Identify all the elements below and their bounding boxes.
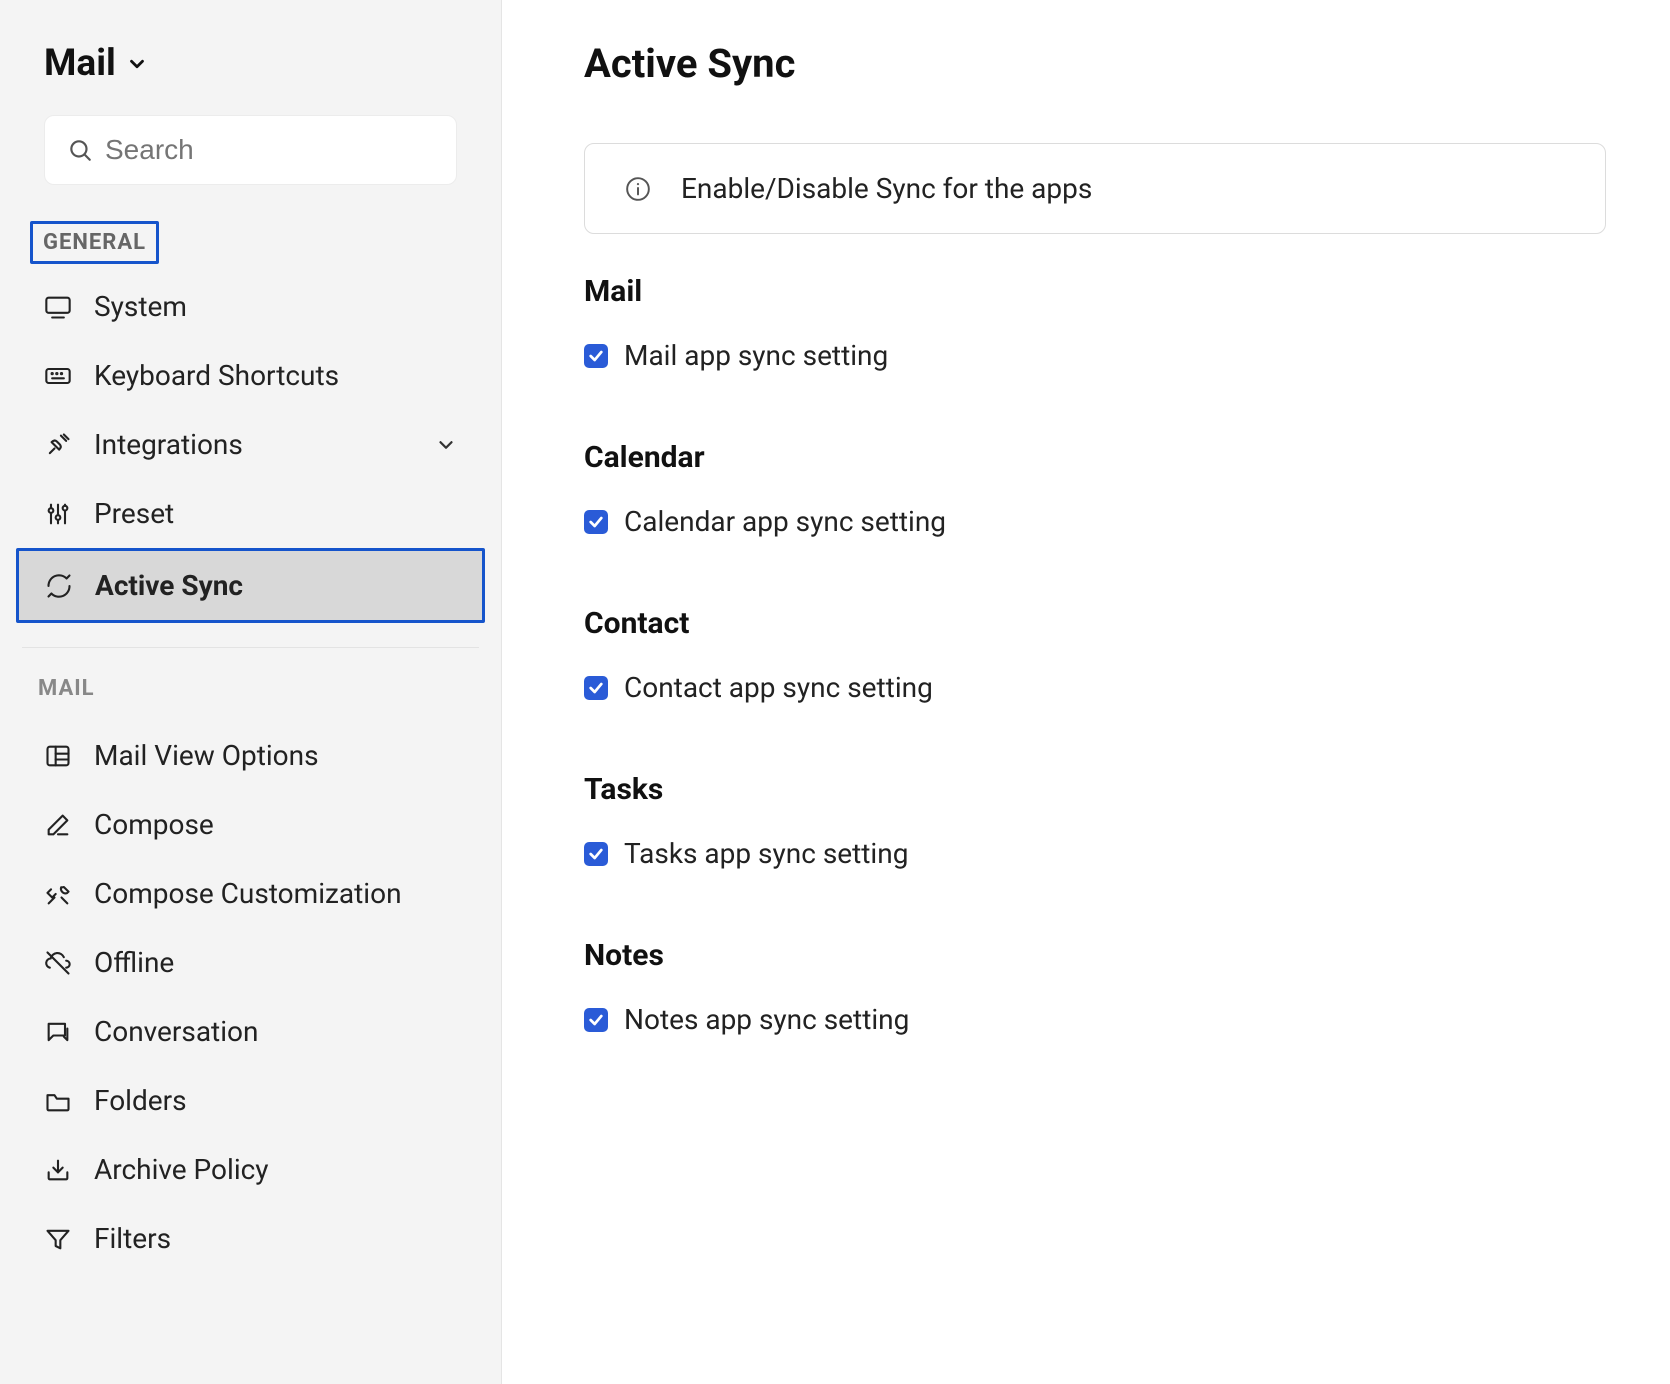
monitor-icon	[44, 293, 72, 321]
sync-group-mail: Mail Mail app sync setting	[584, 274, 1606, 418]
chat-icon	[44, 1018, 72, 1046]
chevron-down-icon	[126, 53, 148, 75]
keyboard-icon	[44, 362, 72, 390]
sync-icon	[45, 572, 73, 600]
checkbox-checked-icon[interactable]	[584, 676, 608, 700]
checkbox-checked-icon[interactable]	[584, 510, 608, 534]
sidebar-title: Mail	[44, 42, 116, 85]
sidebar-section-general: System Keyboard Shortcuts Integrations	[22, 264, 479, 641]
sidebar-item-label: Filters	[94, 1222, 171, 1255]
info-icon	[625, 176, 651, 202]
sidebar-item-offline[interactable]: Offline	[22, 928, 479, 997]
sidebar-item-compose[interactable]: Compose	[22, 790, 479, 859]
sidebar-item-compose-customization[interactable]: Compose Customization	[22, 859, 479, 928]
info-banner-text: Enable/Disable Sync for the apps	[681, 172, 1092, 205]
cloud-off-icon	[44, 949, 72, 977]
checkbox-checked-icon[interactable]	[584, 842, 608, 866]
sync-option-label: Notes app sync setting	[624, 1003, 909, 1036]
sidebar-item-label: System	[94, 290, 187, 323]
sidebar-section-label-general: GENERAL	[30, 221, 159, 264]
sidebar-item-integrations[interactable]: Integrations	[22, 410, 479, 479]
sidebar-item-archive-policy[interactable]: Archive Policy	[22, 1135, 479, 1204]
sidebar-item-conversation[interactable]: Conversation	[22, 997, 479, 1066]
layout-icon	[44, 742, 72, 770]
compose-icon	[44, 811, 72, 839]
sidebar-item-label: Folders	[94, 1084, 187, 1117]
sidebar-item-label: Compose	[94, 808, 214, 841]
sidebar-item-label: Compose Customization	[94, 877, 402, 910]
sync-group-title: Notes	[584, 938, 1606, 973]
sync-option-row[interactable]: Notes app sync setting	[584, 999, 1606, 1082]
sync-group-tasks: Tasks Tasks app sync setting	[584, 772, 1606, 916]
sidebar-item-label: Keyboard Shortcuts	[94, 359, 339, 392]
app-switcher[interactable]: Mail	[22, 42, 479, 115]
sync-option-row[interactable]: Tasks app sync setting	[584, 833, 1606, 916]
sync-option-row[interactable]: Contact app sync setting	[584, 667, 1606, 750]
search-input-wrapper[interactable]	[44, 115, 457, 185]
sidebar-item-label: Offline	[94, 946, 174, 979]
sliders-icon	[44, 500, 72, 528]
sync-option-label: Tasks app sync setting	[624, 837, 908, 870]
sync-group-notes: Notes Notes app sync setting	[584, 938, 1606, 1082]
plug-icon	[44, 431, 72, 459]
sidebar-item-label: Archive Policy	[94, 1153, 269, 1186]
tools-icon	[44, 880, 72, 908]
sidebar-item-keyboard-shortcuts[interactable]: Keyboard Shortcuts	[22, 341, 479, 410]
sidebar-item-label: Mail View Options	[94, 739, 319, 772]
sidebar: Mail GENERAL System	[0, 0, 502, 1384]
divider	[22, 647, 479, 648]
sync-option-label: Contact app sync setting	[624, 671, 933, 704]
sync-option-row[interactable]: Mail app sync setting	[584, 335, 1606, 418]
sidebar-section-mail: Mail View Options Compose Compose Custom…	[22, 713, 479, 1291]
sync-group-title: Tasks	[584, 772, 1606, 807]
sidebar-item-mail-view-options[interactable]: Mail View Options	[22, 721, 479, 790]
sidebar-item-label: Preset	[94, 497, 174, 530]
sync-group-contact: Contact Contact app sync setting	[584, 606, 1606, 750]
main-content: Active Sync Enable/Disable Sync for the …	[502, 0, 1670, 1384]
sync-group-title: Calendar	[584, 440, 1606, 475]
search-input[interactable]	[105, 134, 434, 166]
sidebar-item-preset[interactable]: Preset	[22, 479, 479, 548]
sync-group-calendar: Calendar Calendar app sync setting	[584, 440, 1606, 584]
sync-group-title: Mail	[584, 274, 1606, 309]
sidebar-item-folders[interactable]: Folders	[22, 1066, 479, 1135]
info-banner: Enable/Disable Sync for the apps	[584, 143, 1606, 234]
search-icon	[67, 137, 93, 163]
sync-group-title: Contact	[584, 606, 1606, 641]
checkbox-checked-icon[interactable]	[584, 1008, 608, 1032]
chevron-down-icon	[435, 434, 457, 456]
sidebar-item-label: Active Sync	[95, 569, 243, 602]
archive-icon	[44, 1156, 72, 1184]
folder-icon	[44, 1087, 72, 1115]
sync-option-row[interactable]: Calendar app sync setting	[584, 501, 1606, 584]
filter-icon	[44, 1225, 72, 1253]
sidebar-section-label-mail: MAIL	[22, 666, 479, 713]
sidebar-item-active-sync[interactable]: Active Sync	[16, 548, 485, 623]
sidebar-item-label: Integrations	[94, 428, 243, 461]
page-title: Active Sync	[584, 40, 1606, 87]
sidebar-item-label: Conversation	[94, 1015, 258, 1048]
sync-option-label: Mail app sync setting	[624, 339, 888, 372]
checkbox-checked-icon[interactable]	[584, 344, 608, 368]
sync-option-label: Calendar app sync setting	[624, 505, 946, 538]
sidebar-item-system[interactable]: System	[22, 272, 479, 341]
sidebar-item-filters[interactable]: Filters	[22, 1204, 479, 1273]
